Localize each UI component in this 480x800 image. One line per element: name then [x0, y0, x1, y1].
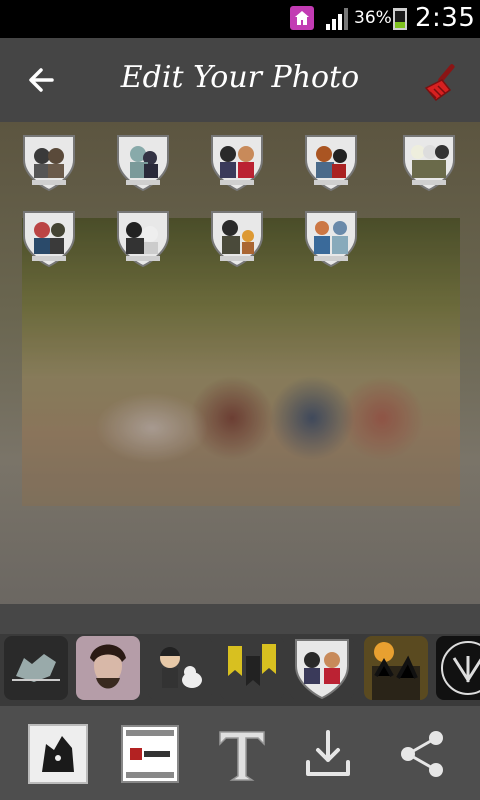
share-icon: [401, 731, 443, 777]
sticker-badge[interactable]: [18, 206, 80, 270]
battery-percent: 36%: [354, 8, 392, 28]
thumbnail-portrait-man[interactable]: [76, 636, 140, 700]
save-button[interactable]: [298, 724, 358, 784]
frames-button[interactable]: [28, 724, 88, 784]
sticker-grid: [0, 122, 480, 282]
portrait-icon: [76, 636, 140, 700]
shield-sticker-icon: [305, 211, 357, 268]
battle-icon: [364, 636, 428, 700]
tag-button[interactable]: [120, 724, 180, 784]
text-sigil-icon: [436, 636, 480, 700]
wolf-sigil-icon: [4, 636, 68, 700]
clock: 2:35: [415, 3, 476, 33]
text-icon: [219, 731, 265, 781]
action-bar: Edit Your Photo: [0, 38, 480, 122]
chibi-icon: [148, 636, 212, 700]
sticker-badge[interactable]: [112, 206, 174, 270]
sticker-badge[interactable]: [206, 206, 268, 270]
sticker-badge[interactable]: [300, 206, 362, 270]
clear-button[interactable]: [420, 58, 466, 104]
winter-is-coming-icon: [28, 724, 88, 784]
battery-icon: [393, 8, 407, 30]
shield-sticker-icon: [211, 135, 263, 192]
thumbnail-text-sigil[interactable]: [436, 636, 480, 700]
bottom-toolbar: [0, 706, 480, 800]
thumbnail-chibi-couple[interactable]: [148, 636, 212, 700]
shield-sticker-icon: [403, 135, 455, 192]
text-button[interactable]: [212, 724, 272, 784]
shield-sticker-icon: [211, 211, 263, 268]
sticker-badge[interactable]: [300, 130, 362, 194]
shield-sticker-icon: [117, 135, 169, 192]
sticker-badge[interactable]: [112, 130, 174, 194]
download-icon: [306, 730, 350, 776]
broom-icon: [424, 64, 455, 102]
shield-sticker-icon: [290, 636, 354, 700]
status-bar: 36% 2:35: [0, 0, 480, 38]
thumbnail-banner-sigil[interactable]: [220, 636, 284, 700]
thumbnail-shield-sticker[interactable]: [290, 636, 354, 700]
page-title: Edit Your Photo: [120, 60, 360, 95]
sticker-thumbnails[interactable]: [0, 634, 480, 706]
home-icon: [290, 6, 314, 30]
signal-icon: [326, 8, 350, 30]
share-button[interactable]: [392, 724, 452, 784]
shield-sticker-icon: [23, 135, 75, 192]
photo-canvas[interactable]: [0, 122, 480, 604]
shield-sticker-icon: [23, 211, 75, 268]
banner-icon: [220, 636, 284, 700]
sticker-badge[interactable]: [398, 130, 460, 194]
shield-sticker-icon: [305, 135, 357, 192]
sticker-badge[interactable]: [206, 130, 268, 194]
thumbnail-battle-scene[interactable]: [364, 636, 428, 700]
tag-icon: [121, 725, 179, 783]
sticker-badge[interactable]: [18, 130, 80, 194]
thumbnail-strip-header: [0, 604, 480, 634]
thumbnail-wolf-sigil[interactable]: [4, 636, 68, 700]
shield-sticker-icon: [117, 211, 169, 268]
